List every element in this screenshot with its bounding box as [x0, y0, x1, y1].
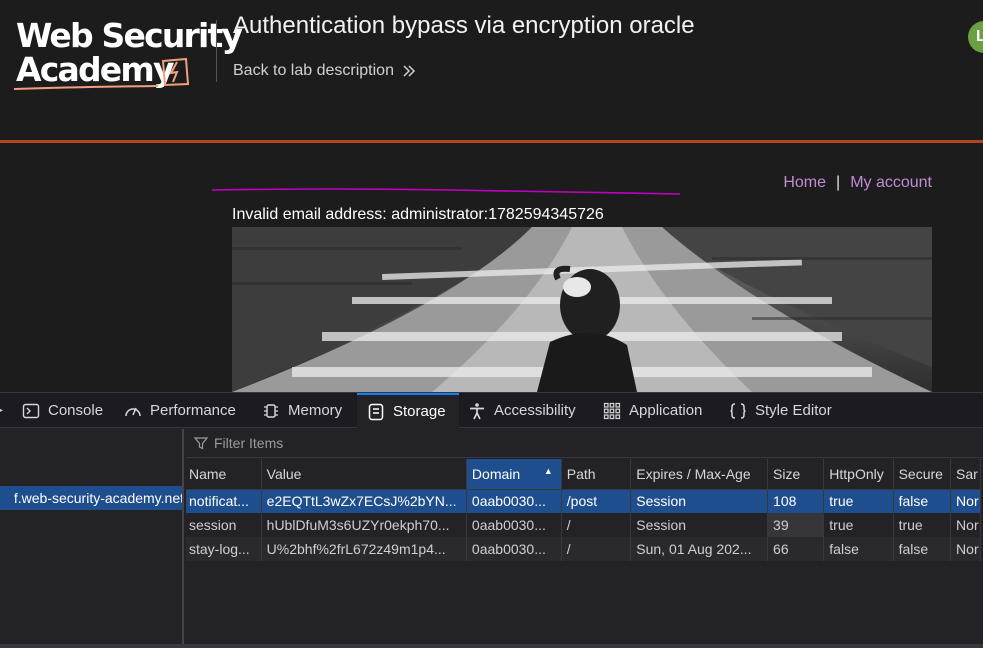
filter-items-input[interactable]: Filter Items — [186, 429, 983, 458]
memory-chip-icon — [264, 403, 278, 418]
column-header-name[interactable]: Name — [186, 459, 262, 490]
double-chevron-right-icon — [403, 65, 416, 77]
column-header-secure[interactable]: Secure — [893, 459, 952, 490]
table-row[interactable]: notificat... e2EQTtL3wZx7ECsJ%2bYN... 0a… — [186, 489, 981, 513]
cell-expires[interactable]: Session — [630, 489, 769, 513]
tab-accessibility-label: Accessibility — [494, 402, 576, 419]
table-row[interactable]: session hUblDfuM3s6UZYr0ekph70... 0aab00… — [186, 513, 981, 537]
performance-gauge-icon — [125, 407, 141, 416]
cell-name[interactable]: notificat... — [186, 489, 262, 513]
tree-item-host-label: f.web-security-academy.net — [13, 490, 184, 506]
cell-value[interactable]: U%2bhf%2frL672z49m1p4... — [261, 537, 467, 561]
braces-icon — [730, 402, 746, 419]
sort-ascending-icon: ▲ — [543, 465, 553, 476]
header-divider — [216, 20, 217, 82]
cell-size[interactable]: 39 — [767, 513, 825, 537]
top-nav: Home | My account — [783, 174, 932, 192]
cell-samesite[interactable]: Nor — [950, 513, 981, 537]
filter-funnel-icon — [194, 437, 208, 450]
browser-window: Web Security Academy Authentication bypa… — [0, 0, 983, 648]
cookies-table-panel: Filter Items Name Value Domain ▲ Path Ex… — [186, 429, 983, 645]
cell-httponly[interactable]: false — [823, 537, 894, 561]
storage-icon — [368, 403, 384, 420]
column-header-samesite[interactable]: Sar — [950, 459, 981, 490]
tab-overflow-arrow-icon[interactable]: ▸ — [0, 402, 3, 418]
column-header-size[interactable]: Size — [767, 459, 825, 490]
filter-items-placeholder: Filter Items — [214, 435, 284, 451]
header-rule — [0, 140, 983, 143]
cell-secure[interactable]: false — [893, 537, 952, 561]
table-row[interactable]: stay-log... U%2bhf%2frL672z49m1p4... 0aa… — [186, 537, 981, 561]
tab-memory[interactable]: Memory — [262, 393, 342, 428]
logo-underline-swoosh — [13, 85, 159, 90]
column-header-domain[interactable]: Domain ▲ — [466, 459, 562, 490]
web-security-academy-logo[interactable]: Web Security Academy — [12, 14, 243, 94]
cell-expires[interactable]: Session — [630, 513, 769, 537]
nav-home-link[interactable]: Home — [783, 174, 826, 192]
tab-application[interactable]: Application — [603, 393, 702, 428]
cookies-table: Name Value Domain ▲ Path Expires / Max-A… — [186, 459, 981, 561]
lab-header: Web Security Academy Authentication bypa… — [0, 0, 983, 140]
cell-secure[interactable]: true — [893, 513, 952, 537]
cell-path[interactable]: /post — [561, 489, 632, 513]
tab-performance-label: Performance — [150, 402, 236, 419]
back-to-lab-description-link[interactable]: Back to lab description — [233, 62, 416, 80]
column-header-expires[interactable]: Expires / Max-Age — [630, 459, 769, 490]
tab-storage[interactable]: Storage — [357, 393, 459, 428]
tab-application-label: Application — [629, 402, 703, 419]
blog-post-image — [232, 227, 932, 392]
cell-path[interactable]: / — [561, 513, 632, 537]
window-bottom-edge — [0, 644, 983, 648]
cell-name[interactable]: stay-log... — [186, 537, 262, 561]
invalid-email-error-message: Invalid email address: administrator:178… — [232, 206, 604, 223]
cell-domain[interactable]: 0aab0030... — [466, 537, 562, 561]
column-header-domain-label: Domain — [471, 465, 521, 482]
annotation-line — [211, 188, 681, 195]
cell-domain[interactable]: 0aab0030... — [466, 513, 562, 537]
logo-text-line1: Web Security — [16, 16, 243, 55]
user-avatar[interactable]: L — [968, 21, 983, 53]
tree-item-host[interactable]: f.web-security-academy.net — [0, 486, 184, 510]
cell-httponly[interactable]: true — [823, 513, 894, 537]
cell-value[interactable]: e2EQTtL3wZx7ECsJ%2bYN... — [261, 489, 467, 513]
accessibility-person-icon — [470, 402, 484, 419]
tab-console[interactable]: Console — [22, 393, 103, 428]
column-header-httponly[interactable]: HttpOnly — [823, 459, 894, 490]
cell-size[interactable]: 108 — [767, 489, 825, 513]
cell-expires[interactable]: Sun, 01 Aug 202... — [630, 537, 769, 561]
tab-storage-label: Storage — [393, 403, 446, 420]
devtools-tabbar: ▸ Console Performance Memory Storage Acc… — [0, 393, 983, 428]
nav-separator: | — [836, 174, 841, 191]
tab-console-label: Console — [48, 402, 104, 419]
lab-page: Web Security Academy Authentication bypa… — [0, 0, 983, 392]
application-grid-icon — [603, 402, 621, 419]
cell-value[interactable]: hUblDfuM3s6UZYr0ekph70... — [261, 513, 467, 537]
cell-secure[interactable]: false — [893, 489, 952, 513]
table-header-row: Name Value Domain ▲ Path Expires / Max-A… — [186, 459, 981, 490]
tab-style-editor-label: Style Editor — [755, 402, 832, 419]
cell-samesite[interactable]: Nor — [950, 489, 981, 513]
girl-on-path-photo — [232, 227, 932, 392]
tab-accessibility[interactable]: Accessibility — [468, 393, 576, 428]
console-icon — [22, 403, 40, 418]
cell-domain[interactable]: 0aab0030... — [466, 489, 562, 513]
cell-size[interactable]: 66 — [767, 537, 825, 561]
cell-path[interactable]: / — [561, 537, 632, 561]
back-link-label: Back to lab description — [233, 62, 394, 79]
column-header-value[interactable]: Value — [261, 459, 467, 490]
cell-name[interactable]: session — [186, 513, 262, 537]
nav-my-account-link[interactable]: My account — [850, 174, 932, 192]
column-header-path[interactable]: Path — [561, 459, 632, 490]
tab-performance[interactable]: Performance — [124, 393, 236, 428]
cell-httponly[interactable]: true — [823, 489, 894, 513]
cell-samesite[interactable]: Nor — [950, 537, 981, 561]
lab-title: Authentication bypass via encryption ora… — [233, 12, 695, 39]
tab-style-editor[interactable]: Style Editor — [729, 393, 832, 428]
devtools-panel: ▸ Console Performance Memory Storage Acc… — [0, 392, 983, 648]
tab-memory-label: Memory — [288, 402, 343, 419]
storage-tree-sidebar: f.web-security-academy.net — [0, 429, 184, 645]
